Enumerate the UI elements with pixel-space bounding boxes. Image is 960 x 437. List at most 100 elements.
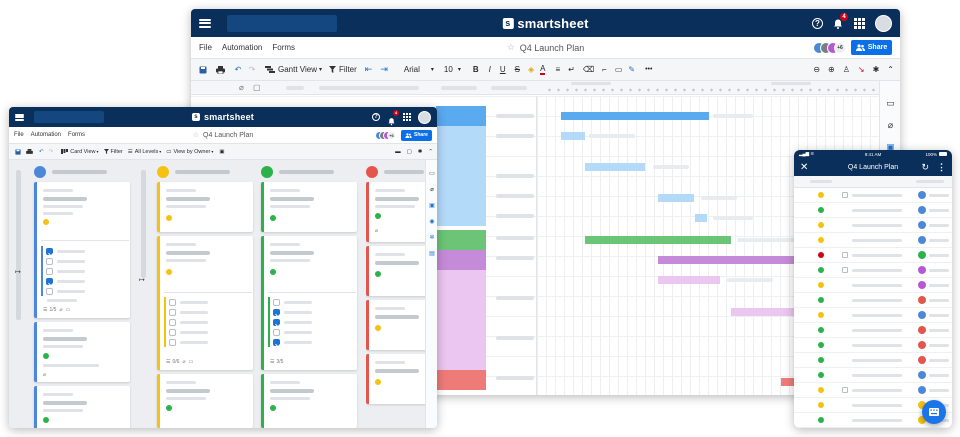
notifications-bell-icon[interactable]: 4 [387, 109, 399, 125]
strikethrough-button[interactable]: S [515, 65, 520, 74]
underline-button[interactable]: U [500, 65, 506, 74]
chevron-down-icon[interactable]: ▾ [211, 149, 213, 154]
format-painter-icon[interactable]: ⌐ [602, 65, 607, 74]
currency-icon[interactable]: ▭ [615, 65, 623, 74]
checklist-checkbox[interactable] [46, 287, 53, 295]
checklist-checkbox[interactable] [169, 338, 176, 346]
card[interactable] [34, 386, 130, 428]
gantt-bar[interactable] [658, 194, 694, 202]
comments-icon[interactable]: ▭ [427, 168, 437, 178]
comments-icon[interactable]: ▭ [884, 97, 897, 110]
checklist-checkbox[interactable] [273, 308, 280, 316]
publish-icon[interactable]: ◉ [427, 216, 437, 226]
checklist-checkbox[interactable] [46, 267, 53, 275]
checklist-checkbox[interactable] [273, 298, 280, 306]
mobile-row[interactable] [794, 368, 952, 383]
mobile-row[interactable] [794, 218, 952, 233]
collapse-toolbar-icon[interactable]: ⌃ [887, 65, 894, 74]
print-icon[interactable] [213, 65, 227, 74]
chevron-down-icon[interactable]: ▾ [159, 149, 161, 154]
menu-file[interactable]: File [199, 43, 212, 52]
outdent-icon[interactable]: ⇤ [365, 64, 373, 75]
settings-gear-icon[interactable]: ✱ [418, 149, 423, 155]
menu-forms[interactable]: Forms [272, 43, 295, 52]
redo-icon[interactable]: ↷ [49, 149, 54, 155]
more-options-button[interactable]: ••• [645, 66, 652, 73]
mobile-row[interactable] [794, 293, 952, 308]
gantt-bar[interactable] [561, 132, 585, 140]
help-icon[interactable]: ? [812, 17, 823, 29]
chevron-down-icon[interactable]: ▾ [431, 66, 434, 73]
person-icon[interactable]: ♙ [843, 65, 850, 74]
save-icon[interactable] [197, 66, 209, 74]
expand-lane-icon[interactable]: ↦ [139, 276, 145, 284]
close-icon[interactable]: ✕ [800, 162, 808, 173]
gantt-bar[interactable] [585, 236, 731, 244]
chevron-down-icon[interactable]: ▾ [319, 66, 322, 73]
align-icon[interactable]: ≡ [555, 65, 560, 74]
lane-handle[interactable] [16, 170, 21, 320]
mobile-row[interactable] [794, 263, 952, 278]
bold-button[interactable]: B [473, 65, 479, 74]
refresh-icon[interactable]: ↻ [921, 162, 929, 173]
font-size-select[interactable]: 10 [444, 65, 453, 74]
filter-icon[interactable] [103, 149, 109, 154]
checklist-checkbox[interactable] [169, 328, 176, 336]
panel-icon[interactable]: ▢ [407, 149, 412, 155]
card[interactable] [366, 246, 427, 296]
text-color-button[interactable]: A [540, 64, 546, 75]
row-expand-icon[interactable] [842, 267, 848, 273]
critical-path-icon[interactable]: ↘ [858, 65, 865, 74]
checklist-checkbox[interactable] [46, 247, 53, 255]
hamburger-menu-icon[interactable] [199, 18, 211, 28]
settings-gear-icon[interactable]: ✱ [873, 65, 880, 74]
group-by-icon[interactable]: ▭ [166, 149, 171, 155]
card[interactable] [366, 300, 427, 350]
row-expand-icon[interactable] [842, 252, 848, 258]
gantt-bar[interactable] [695, 214, 707, 222]
mobile-row[interactable] [794, 233, 952, 248]
attachments-icon[interactable]: ⌀ [427, 184, 437, 194]
search-input[interactable] [227, 14, 337, 32]
zoom-out-icon[interactable]: ⊖ [813, 65, 820, 74]
mobile-row[interactable] [794, 248, 952, 263]
mobile-row[interactable] [794, 338, 952, 353]
gantt-bar[interactable] [658, 276, 720, 284]
attachments-icon[interactable]: ⌀ [884, 119, 897, 132]
search-input[interactable] [34, 111, 104, 123]
card[interactable] [261, 182, 357, 232]
fill-color-icon[interactable]: ◈ [528, 65, 534, 74]
chevron-down-icon[interactable]: ▾ [97, 149, 99, 154]
user-avatar[interactable] [418, 110, 431, 124]
undo-icon[interactable]: ↶ [231, 65, 245, 74]
favorite-star-icon[interactable]: ☆ [507, 42, 515, 53]
levels-select[interactable]: All Levels [135, 149, 159, 155]
more-vertical-icon[interactable]: ⋮ [937, 162, 946, 173]
view-switcher[interactable]: Gantt View [278, 65, 317, 74]
summary-icon[interactable]: ▤ [427, 248, 437, 258]
italic-button[interactable]: I [489, 65, 491, 74]
user-avatar[interactable] [875, 14, 892, 32]
card[interactable]: ☰ 3/5 [261, 236, 357, 370]
favorite-star-icon[interactable]: ☆ [193, 131, 199, 139]
card[interactable] [366, 354, 427, 404]
card[interactable]: ☰ 1/5 ⌀ ▭ [34, 182, 130, 318]
mobile-row[interactable] [794, 278, 952, 293]
checklist-checkbox[interactable] [46, 257, 53, 265]
card[interactable]: ☰ 0/6 ⌀ ▭ [157, 236, 253, 370]
filter-button[interactable]: Filter [339, 65, 357, 74]
card-size-icon[interactable]: ▣ [219, 149, 224, 155]
filter-icon[interactable] [329, 66, 336, 73]
mobile-row[interactable] [794, 308, 952, 323]
wrap-text-icon[interactable]: ↵ [568, 65, 575, 74]
activity-icon[interactable]: ✲ [427, 232, 437, 242]
menu-forms[interactable]: Forms [68, 132, 85, 138]
more-collaborators-count[interactable]: +6 [387, 130, 396, 140]
card[interactable] [261, 374, 357, 428]
checklist-checkbox[interactable] [169, 308, 176, 316]
card[interactable]: ⌀ [34, 322, 130, 382]
card[interactable]: ⌀ [366, 182, 427, 242]
row-expand-icon[interactable] [842, 192, 848, 198]
filter-button[interactable]: Filter [111, 149, 123, 155]
collapse-toolbar-icon[interactable]: ⌃ [428, 149, 433, 155]
